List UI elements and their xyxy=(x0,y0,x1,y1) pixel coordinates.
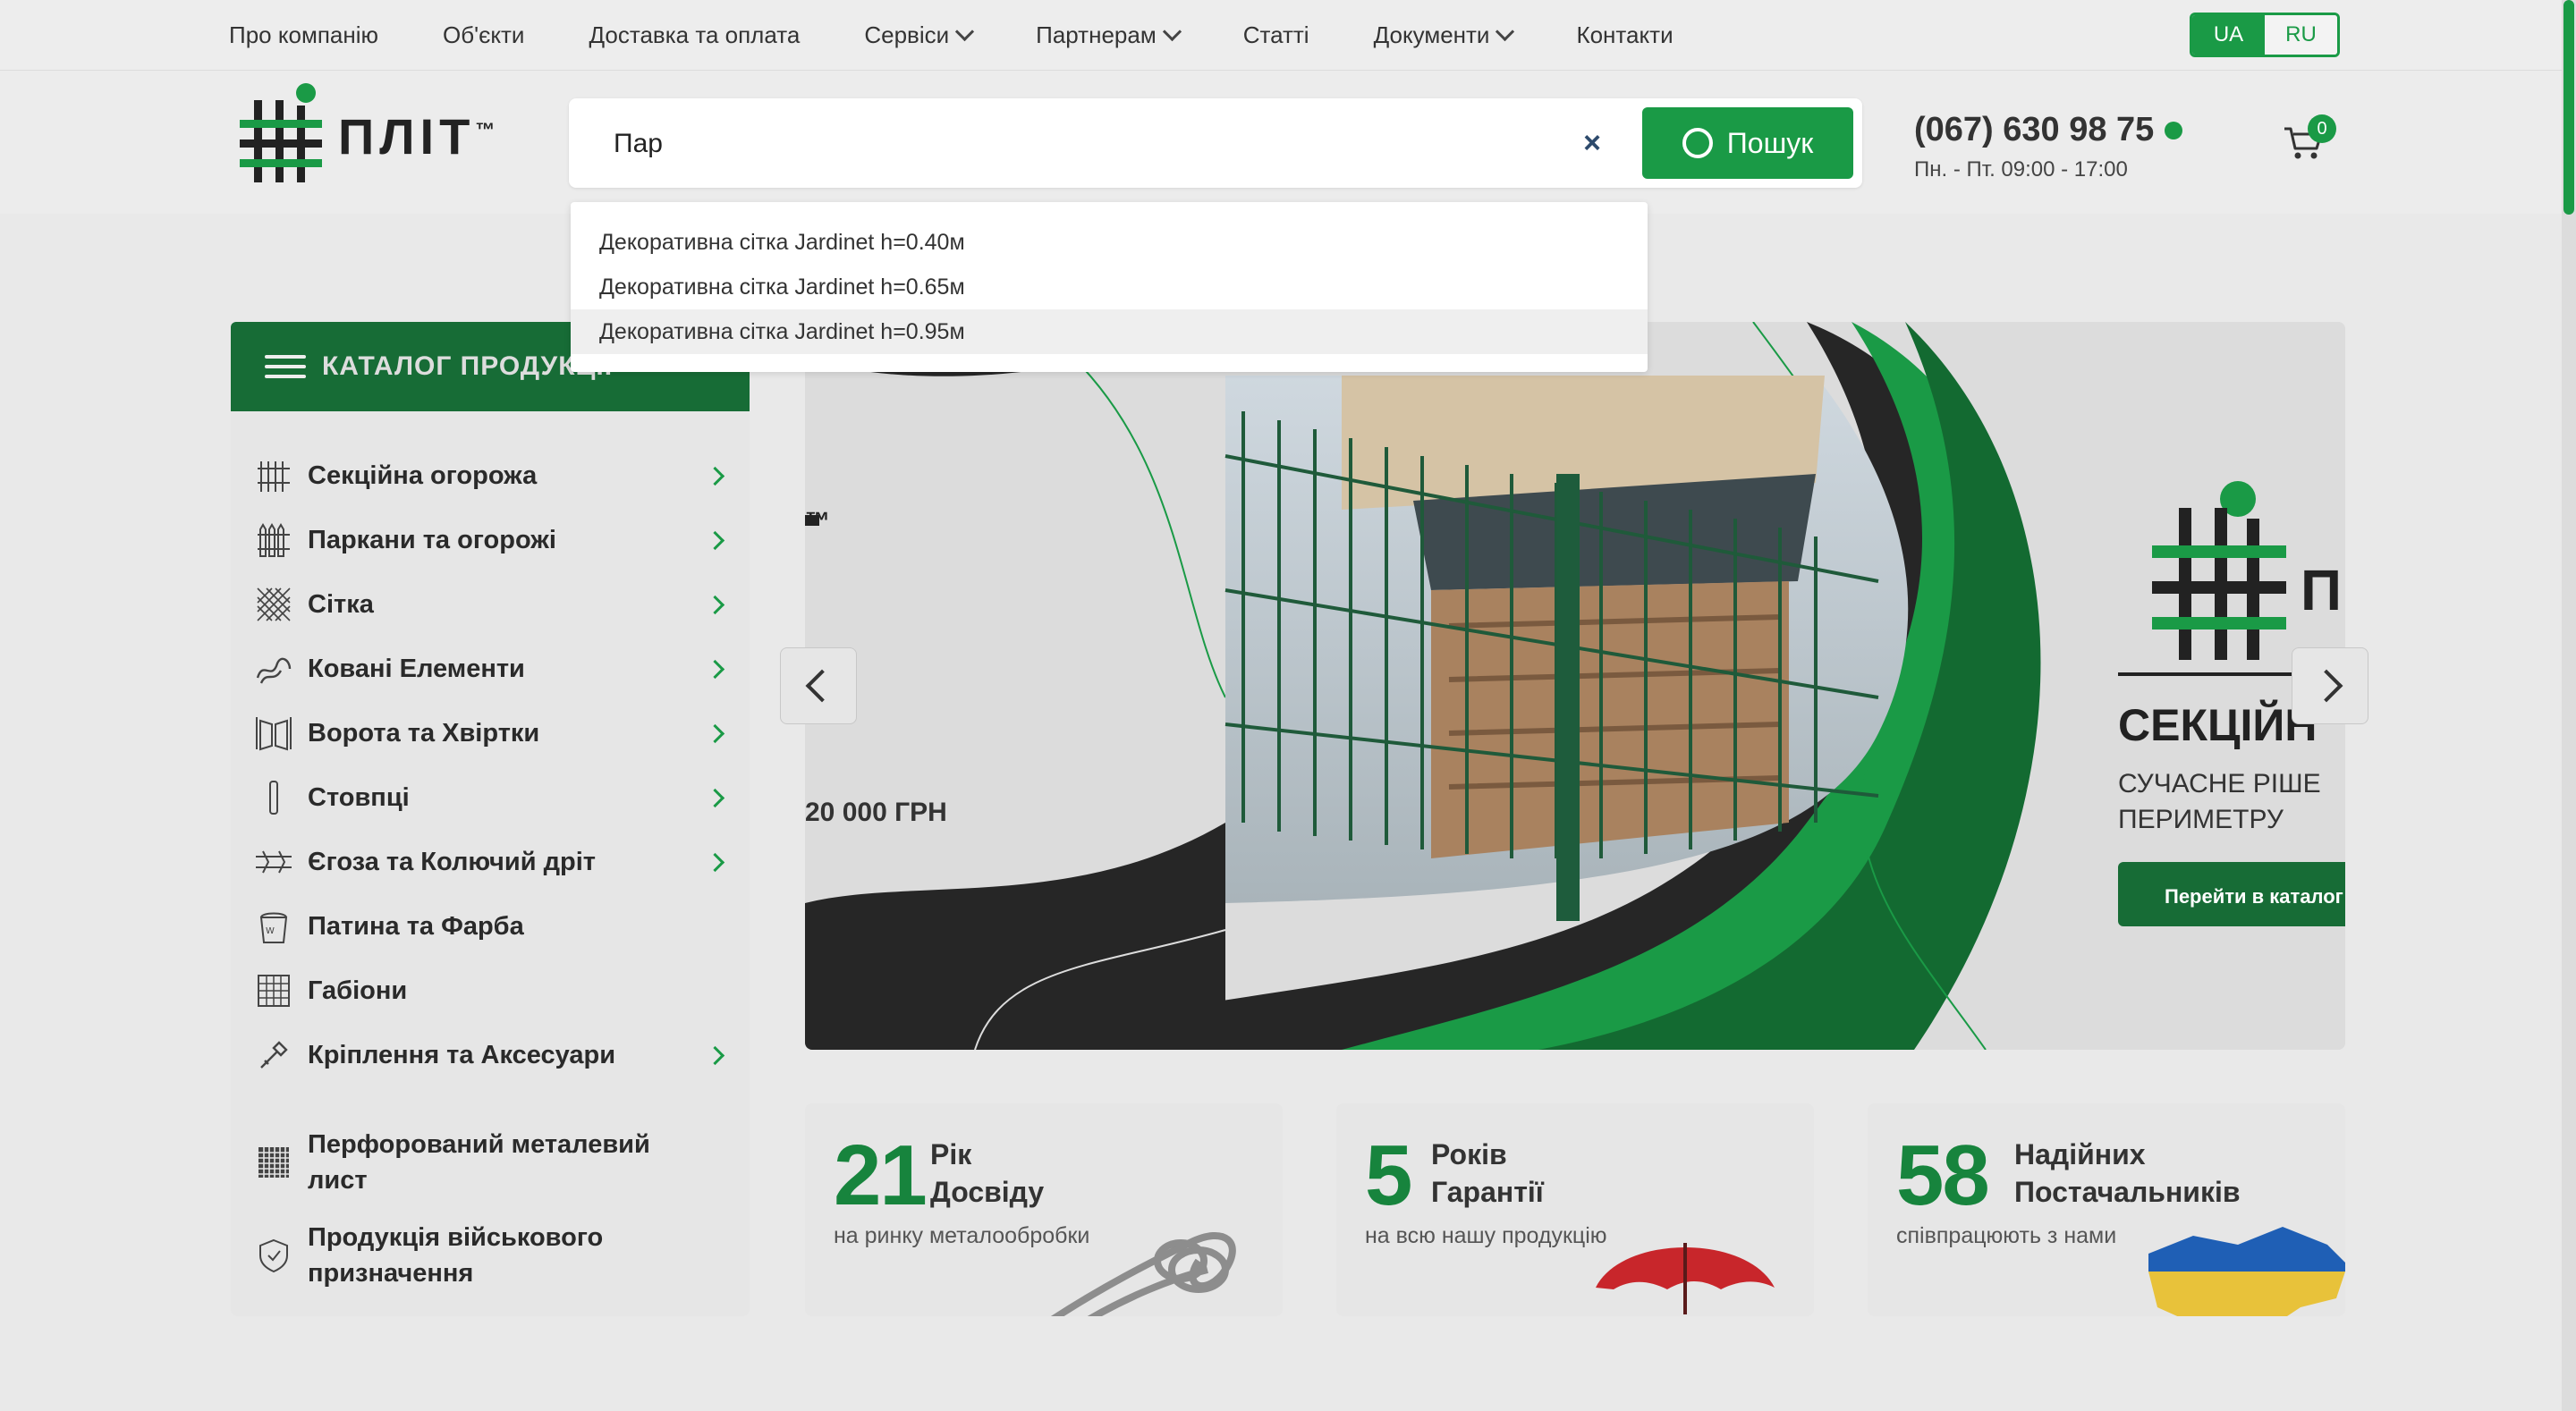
catalog-item-barbed-wire[interactable]: Єгоза та Колючий дріт xyxy=(231,841,750,883)
chevron-down-icon xyxy=(1162,21,1182,41)
catalog-item-mesh[interactable]: Сітка xyxy=(231,583,750,626)
catalog-list: Секційна огорожа Паркани та огорожі Сітк… xyxy=(231,411,750,1316)
chevron-right-icon xyxy=(705,659,725,679)
banner-next-button[interactable] xyxy=(2292,647,2368,724)
catalog-item-paint[interactable]: W Патина та Фарба xyxy=(231,905,750,948)
ukraine-map-image xyxy=(2148,1227,2345,1316)
sectional-fence-icon xyxy=(252,454,295,497)
catalog-item-perforated[interactable]: Перфорований металевий лист xyxy=(231,1127,750,1198)
shield-icon xyxy=(252,1234,295,1277)
chevron-right-icon xyxy=(705,723,725,743)
svg-text:ПЕРИМЕТРУ: ПЕРИМЕТРУ xyxy=(2118,805,2284,834)
perforated-sheet-icon xyxy=(252,1141,295,1184)
search-box: × Пошук xyxy=(569,98,1862,188)
chevron-right-icon xyxy=(705,530,725,550)
nav-about[interactable]: Про компанію xyxy=(229,21,378,49)
top-bar: Про компанію Об'єкти Доставка та оплата … xyxy=(0,0,2576,71)
svg-text:СЕКЦІЙН: СЕКЦІЙН xyxy=(2118,699,2317,750)
svg-text:СУЧАСНЕ РІШЕ: СУЧАСНЕ РІШЕ xyxy=(2118,769,2321,798)
chevron-right-icon xyxy=(705,595,725,614)
fence-icon xyxy=(252,519,295,562)
banner-prev-button[interactable] xyxy=(780,647,857,724)
top-navigation: Про компанію Об'єкти Доставка та оплата … xyxy=(229,0,1738,70)
suggestion-item[interactable]: Декоративна сітка Jardinet h=0.95м xyxy=(571,309,1648,354)
chevron-right-icon xyxy=(705,466,725,486)
catalog-item-posts[interactable]: Стовпці xyxy=(231,776,750,819)
chevron-right-icon xyxy=(705,852,725,872)
nav-services[interactable]: Сервіси xyxy=(864,21,975,49)
svg-text:Перейти в каталог: Перейти в каталог xyxy=(2165,885,2343,908)
chevron-down-icon xyxy=(1496,21,1515,41)
lang-ua-button[interactable]: UA xyxy=(2192,15,2265,55)
svg-text:W: W xyxy=(266,926,275,936)
svg-text:20 000 ГРН: 20 000 ГРН xyxy=(805,798,947,827)
catalog-item-military[interactable]: Продукція військового призначення xyxy=(231,1220,750,1291)
working-hours: Пн. - Пт. 09:00 - 17:00 xyxy=(1914,157,2128,182)
clear-search-button[interactable]: × xyxy=(1572,123,1612,163)
forged-elements-icon xyxy=(252,647,295,690)
catalog-item-sectional-fence[interactable]: Секційна огорожа xyxy=(231,454,750,497)
nav-contacts[interactable]: Контакти xyxy=(1576,21,1673,49)
chevron-left-icon xyxy=(805,669,839,703)
nav-articles[interactable]: Статті xyxy=(1243,21,1309,49)
suggestion-item[interactable]: Декоративна сітка Jardinet h=0.40м xyxy=(571,220,1648,265)
nav-documents[interactable]: Документи xyxy=(1374,21,1515,49)
search-button[interactable]: Пошук xyxy=(1642,107,1853,179)
chevron-right-icon xyxy=(2309,669,2343,703)
stat-card-experience: 21 Рік Досвіду на ринку металообробки xyxy=(805,1103,1283,1316)
gabion-icon xyxy=(252,969,295,1012)
nav-delivery[interactable]: Доставка та оплата xyxy=(589,21,800,49)
umbrella-image xyxy=(1596,1243,1775,1314)
catalog-item-fasteners[interactable]: Кріплення та Аксесуари xyxy=(231,1034,750,1077)
logo-text: ПЛІТ™ xyxy=(338,107,501,165)
chevron-right-icon xyxy=(705,788,725,807)
phone-number[interactable]: (067) 630 98 75 xyxy=(1914,111,2183,149)
post-icon xyxy=(252,776,295,819)
nav-objects[interactable]: Об'єкти xyxy=(443,21,524,49)
menu-icon xyxy=(265,349,306,384)
search-icon xyxy=(1682,128,1713,158)
cart-count-badge: 0 xyxy=(2308,114,2336,143)
suggestion-item[interactable]: Декоративна сітка Jardinet h=0.65м xyxy=(571,265,1648,309)
mesh-icon xyxy=(252,583,295,626)
nav-partners[interactable]: Партнерам xyxy=(1036,21,1182,49)
logo-mark-icon xyxy=(240,83,322,182)
search-input[interactable] xyxy=(612,118,1563,170)
hero-banner[interactable]: ™ 20 000 ГРН П СЕКЦІЙН СУЧАСНЕ РІШЕ ПЕРИ… xyxy=(805,322,2345,1050)
chevron-right-icon xyxy=(705,1045,725,1065)
catalog-item-gates[interactable]: Ворота та Хвіртки xyxy=(231,712,750,755)
site-logo[interactable]: ПЛІТ™ xyxy=(236,80,500,191)
page-scrollbar[interactable] xyxy=(2562,0,2576,1411)
lang-ru-button[interactable]: RU xyxy=(2265,15,2337,55)
stat-card-suppliers: 58 Надійних Постачальників співпрацюють з… xyxy=(1868,1103,2345,1316)
gate-icon xyxy=(252,712,295,755)
paint-bucket-icon: W xyxy=(252,905,295,948)
wire-coil-image xyxy=(1050,1231,1236,1316)
scrollbar-thumb[interactable] xyxy=(2563,0,2574,215)
banner-artwork: ™ 20 000 ГРН П СЕКЦІЙН СУЧАСНЕ РІШЕ ПЕРИ… xyxy=(805,322,2345,1050)
catalog-item-forged[interactable]: Ковані Елементи xyxy=(231,647,750,690)
stat-card-warranty: 5 Років Гарантії на всю нашу продукцію xyxy=(1336,1103,1814,1316)
language-switcher: UA RU xyxy=(2190,13,2340,57)
svg-text:П: П xyxy=(2301,558,2342,622)
info-icon[interactable] xyxy=(2165,121,2183,139)
chevron-down-icon xyxy=(955,21,975,41)
search-suggestions: Декоративна сітка Jardinet h=0.40м Декор… xyxy=(571,202,1648,372)
catalog-item-fences[interactable]: Паркани та огорожі xyxy=(231,519,750,562)
fastener-icon xyxy=(252,1034,295,1077)
barbed-wire-icon xyxy=(252,841,295,883)
catalog-item-gabions[interactable]: Габіони xyxy=(231,969,750,1012)
